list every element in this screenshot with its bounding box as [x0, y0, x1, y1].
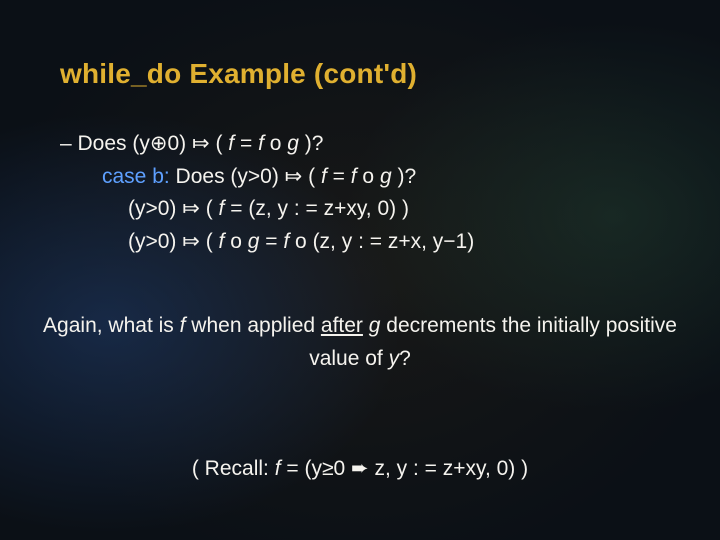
line-4: (y>0) ⤇ ( f o g = f o (z, y : = z+x, y−1… [60, 226, 680, 259]
implies-icon: ⤇ [192, 132, 210, 155]
text: o [224, 230, 247, 253]
underline-after: after [321, 314, 363, 337]
text: when applied [185, 314, 320, 337]
text: ? [399, 347, 411, 370]
text: Again, what is [43, 314, 180, 337]
text: )? [299, 132, 324, 155]
text: o [357, 165, 380, 188]
implies-icon: ⤇ [182, 230, 200, 253]
line-1: – Does (y⊕0) ⤇ ( f = f o g )? [60, 128, 680, 161]
text: Does (y>0) [176, 165, 285, 188]
line-2: case b: Does (y>0) ⤇ ( f = f o g )? [60, 161, 680, 194]
bullet-dash: – [60, 132, 78, 155]
text: ( [200, 230, 219, 253]
slide: while_do Example (cont'd) – Does (y⊕0) ⤇… [0, 0, 720, 540]
var-y: y [389, 347, 400, 370]
text: = [327, 165, 351, 188]
compare-icon: ⊕ [150, 132, 168, 155]
text: = (y≥0 [281, 457, 351, 480]
var-g: g [369, 314, 381, 337]
recall-text: ( Recall: f = (y≥0 ➨ z, y : = z+xy, 0) ) [40, 456, 680, 481]
text: = [234, 132, 258, 155]
text: ( [200, 197, 219, 220]
text: ( Recall: [192, 457, 275, 480]
text: o [264, 132, 287, 155]
text: (y>0) [128, 230, 182, 253]
var-g: g [287, 132, 299, 155]
arrow-icon: ➨ [351, 457, 369, 480]
text: )? [392, 165, 417, 188]
text: ( [210, 132, 229, 155]
text: = [259, 230, 283, 253]
question-text: Again, what is f when applied after g de… [40, 310, 680, 375]
text: Does (y [78, 132, 150, 155]
var-g: g [248, 230, 260, 253]
slide-content: – Does (y⊕0) ⤇ ( f = f o g )? case b: Do… [60, 128, 680, 258]
text: z, y : = z+xy, 0) ) [369, 457, 528, 480]
text: ( [302, 165, 321, 188]
line-3: (y>0) ⤇ ( f = (z, y : = z+xy, 0) ) [60, 193, 680, 226]
case-label: case b: [102, 165, 176, 188]
text: 0) [167, 132, 192, 155]
var-g: g [380, 165, 392, 188]
text: (y>0) [128, 197, 182, 220]
slide-title: while_do Example (cont'd) [60, 58, 660, 90]
implies-icon: ⤇ [285, 165, 303, 188]
text: o (z, y : = z+x, y−1) [289, 230, 474, 253]
text: = (z, y : = z+xy, 0) ) [224, 197, 409, 220]
implies-icon: ⤇ [182, 197, 200, 220]
